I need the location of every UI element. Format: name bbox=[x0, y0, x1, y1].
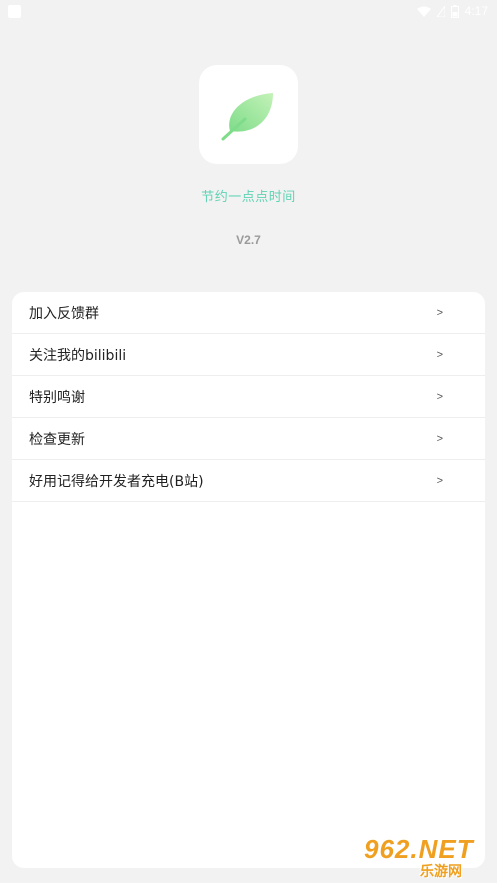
menu-item-label: 检查更新 bbox=[29, 431, 85, 448]
about-screen: 4:17 节约一点点时间 V2.7 加入反馈群 > 关注我的bilibili >… bbox=[0, 0, 497, 883]
status-time: 4:17 bbox=[464, 4, 488, 18]
leaf-icon bbox=[221, 92, 273, 140]
menu-item-label: 关注我的bilibili bbox=[29, 347, 127, 364]
menu-item-feedback-group[interactable]: 加入反馈群 > bbox=[12, 292, 485, 334]
menu-item-label: 加入反馈群 bbox=[29, 305, 99, 322]
chevron-right-icon: > bbox=[436, 348, 443, 361]
chevron-right-icon: > bbox=[436, 390, 443, 403]
menu-item-label: 特别鸣谢 bbox=[29, 389, 85, 406]
menu-item-check-update[interactable]: 检查更新 > bbox=[12, 418, 485, 460]
watermark-bottom: 乐游网 bbox=[420, 864, 462, 880]
status-bar: 4:17 bbox=[0, 0, 497, 22]
sim-icon bbox=[436, 5, 445, 17]
menu-item-special-thanks[interactable]: 特别鸣谢 > bbox=[12, 376, 485, 418]
menu-item-label: 好用记得给开发者充电(B站) bbox=[29, 473, 204, 490]
app-icon bbox=[199, 65, 298, 164]
app-slogan: 节约一点点时间 bbox=[201, 190, 296, 205]
chevron-right-icon: > bbox=[436, 306, 443, 319]
wifi-icon bbox=[416, 6, 431, 17]
menu-item-charge-developer[interactable]: 好用记得给开发者充电(B站) > bbox=[12, 460, 485, 502]
app-version: V2.7 bbox=[236, 233, 261, 247]
chevron-right-icon: > bbox=[436, 432, 443, 445]
chevron-right-icon: > bbox=[436, 474, 443, 487]
notification-icon bbox=[8, 4, 21, 18]
menu-card: 加入反馈群 > 关注我的bilibili > 特别鸣谢 > 检查更新 > 好用记… bbox=[12, 292, 485, 868]
status-left bbox=[8, 4, 21, 18]
watermark: 962.NET 乐游网 bbox=[358, 834, 495, 880]
battery-icon bbox=[450, 4, 459, 18]
menu-item-follow-bilibili[interactable]: 关注我的bilibili > bbox=[12, 334, 485, 376]
status-right: 4:17 bbox=[416, 4, 488, 18]
